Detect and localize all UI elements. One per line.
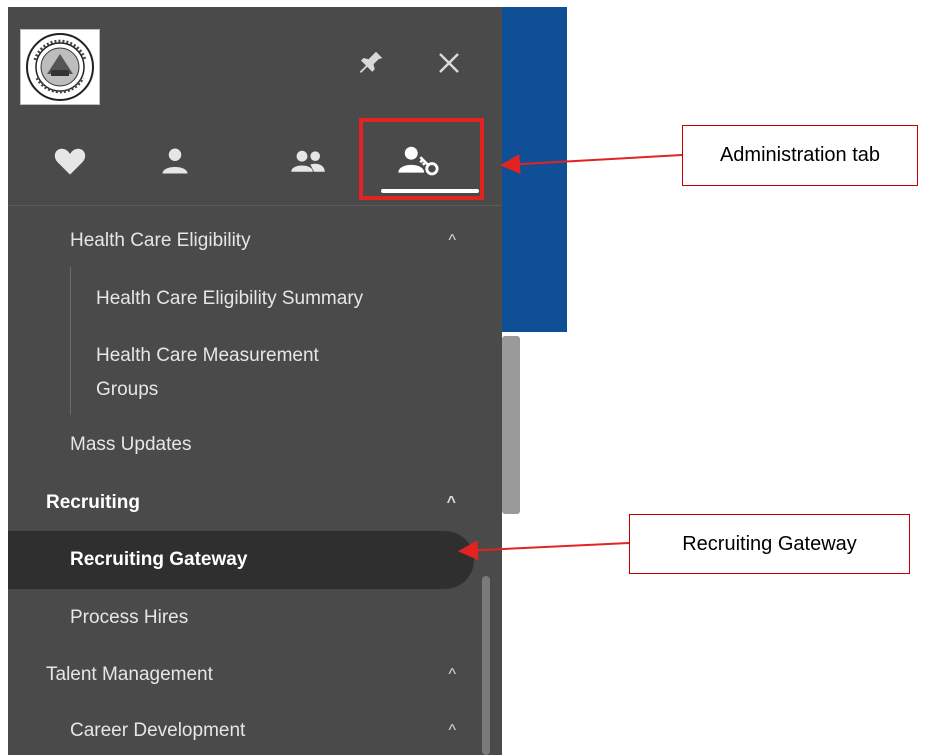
menu-item-talent-management[interactable]: Talent Management ^ [8, 655, 502, 695]
menu-item-recruiting-gateway[interactable]: Recruiting Gateway [8, 540, 502, 580]
main-header-bar [502, 7, 567, 332]
divider [8, 205, 502, 206]
active-tab-indicator [381, 189, 479, 193]
annotation-text: Administration tab [719, 144, 881, 166]
annotation-callout-administration-tab: Administration tab [682, 125, 918, 186]
menu-item-health-care-eligibility-summary[interactable]: Health Care Eligibility Summary [8, 279, 502, 319]
menu-item-label: Recruiting [46, 492, 140, 513]
menu-item-label-line1: Health Care Measurement [96, 345, 319, 366]
menu-item-health-care-measurement-groups[interactable]: Health Care Measurement Groups [8, 337, 502, 409]
menu-item-label: Recruiting Gateway [70, 549, 248, 570]
people-icon [290, 146, 326, 181]
close-icon[interactable] [433, 47, 465, 79]
menu-item-label: Process Hires [70, 607, 189, 628]
menu-item-process-hires[interactable]: Process Hires [8, 598, 502, 638]
main-scrollbar[interactable] [502, 336, 520, 514]
tab-team[interactable] [263, 125, 353, 201]
sidebar-scrollbar[interactable] [482, 576, 490, 755]
menu-item-career-development[interactable]: Career Development ^ [8, 711, 502, 751]
sidebar-topbar [8, 7, 502, 107]
person-icon [160, 146, 190, 181]
chevron-up-icon[interactable]: ^ [448, 232, 456, 250]
tab-favorites[interactable] [25, 125, 115, 201]
navigation-sidebar: Health Care Eligibility ^ Health Care El… [8, 7, 502, 755]
pin-icon[interactable] [355, 47, 387, 79]
tab-personal[interactable] [130, 125, 220, 201]
menu-item-label: Talent Management [46, 664, 213, 685]
page-title: H [572, 48, 591, 78]
sidebar-tabs [8, 125, 502, 205]
menu-item-health-care-eligibility[interactable]: Health Care Eligibility ^ [8, 221, 502, 261]
chevron-up-icon[interactable]: ^ [448, 666, 456, 684]
menu-item-label: Health Care Eligibility Summary [96, 288, 364, 309]
tab-administration[interactable] [374, 125, 479, 201]
heart-icon [53, 146, 87, 181]
menu-item-mass-updates[interactable]: Mass Updates [8, 425, 502, 465]
annotation-callout-recruiting-gateway: Recruiting Gateway [629, 514, 910, 574]
university-seal-logo [20, 29, 100, 105]
menu-item-label: Mass Updates [70, 434, 192, 455]
menu-item-label-line2: Groups [96, 379, 159, 400]
chevron-up-icon[interactable]: ^ [447, 494, 456, 512]
person-key-icon [397, 144, 441, 183]
annotation-text: Recruiting Gateway [682, 532, 857, 555]
menu-item-recruiting[interactable]: Recruiting ^ [8, 483, 502, 523]
menu-item-label: Career Development [70, 720, 246, 741]
chevron-up-icon[interactable]: ^ [448, 722, 456, 740]
menu-item-label: Health Care Eligibility [70, 230, 251, 251]
